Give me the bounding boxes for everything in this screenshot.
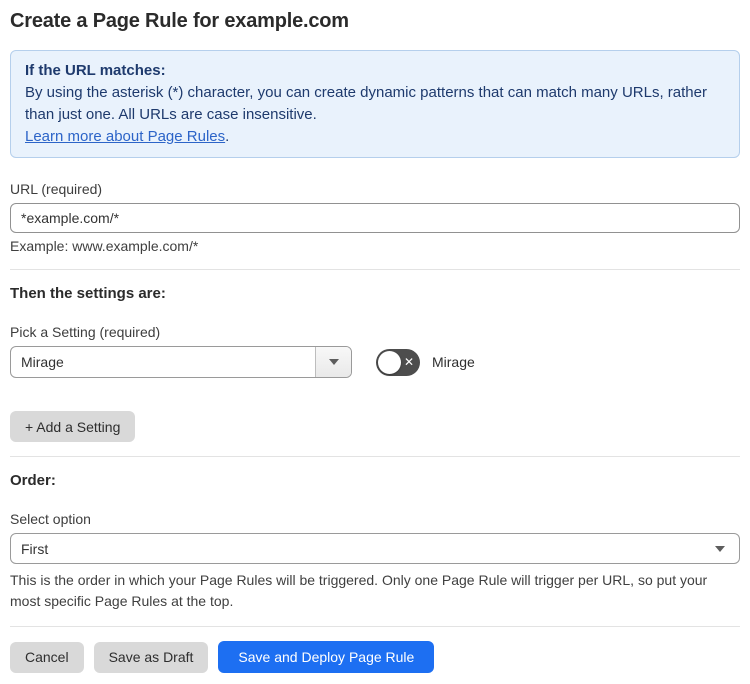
add-setting-button[interactable]: + Add a Setting: [10, 411, 136, 442]
save-as-draft-button[interactable]: Save as Draft: [93, 641, 209, 673]
callout-link-line: Learn more about Page Rules.: [25, 126, 725, 148]
url-field-label: URL (required): [10, 181, 103, 197]
setting-picker-row: Mirage ✕ Mirage: [10, 346, 740, 378]
link-suffix: .: [225, 128, 230, 145]
setting-select-value: Mirage: [21, 354, 64, 370]
order-select-value: First: [21, 540, 49, 557]
callout-body-text: By using the asterisk (*) character, you…: [25, 84, 707, 123]
divider: [10, 626, 740, 627]
pick-setting-label: Pick a Setting (required): [10, 324, 161, 340]
chevron-down-icon: [328, 359, 339, 365]
setting-select-arrow-button[interactable]: [315, 347, 351, 377]
page-title: Create a Page Rule for example.com: [10, 10, 349, 32]
setting-select[interactable]: Mirage: [10, 346, 352, 378]
order-section-heading: Order:: [10, 472, 56, 489]
cancel-button[interactable]: Cancel: [10, 641, 84, 673]
order-select[interactable]: First: [10, 533, 740, 564]
divider: [10, 456, 740, 457]
toggle-knob: [378, 350, 401, 374]
toggle-off-x-icon: ✕: [403, 355, 414, 369]
url-example-helper: Example: www.example.com/*: [10, 238, 199, 254]
form-actions: Cancel Save as Draft Save and Deploy Pag…: [10, 641, 740, 673]
order-select-label: Select option: [10, 511, 91, 527]
url-matches-info-callout: If the URL matches: By using the asteris…: [10, 50, 740, 158]
settings-section-heading: Then the settings are:: [10, 285, 166, 302]
mirage-toggle[interactable]: ✕: [376, 348, 420, 376]
save-and-deploy-button[interactable]: Save and Deploy Page Rule: [218, 641, 435, 673]
toggle-label: Mirage: [432, 354, 475, 370]
learn-more-link[interactable]: Learn more about Page Rules: [25, 128, 225, 145]
divider: [10, 269, 740, 270]
url-input[interactable]: [10, 203, 740, 233]
chevron-down-icon: [715, 545, 725, 552]
order-helper-text: This is the order in which your Page Rul…: [10, 572, 708, 609]
callout-heading: If the URL matches:: [25, 62, 166, 79]
